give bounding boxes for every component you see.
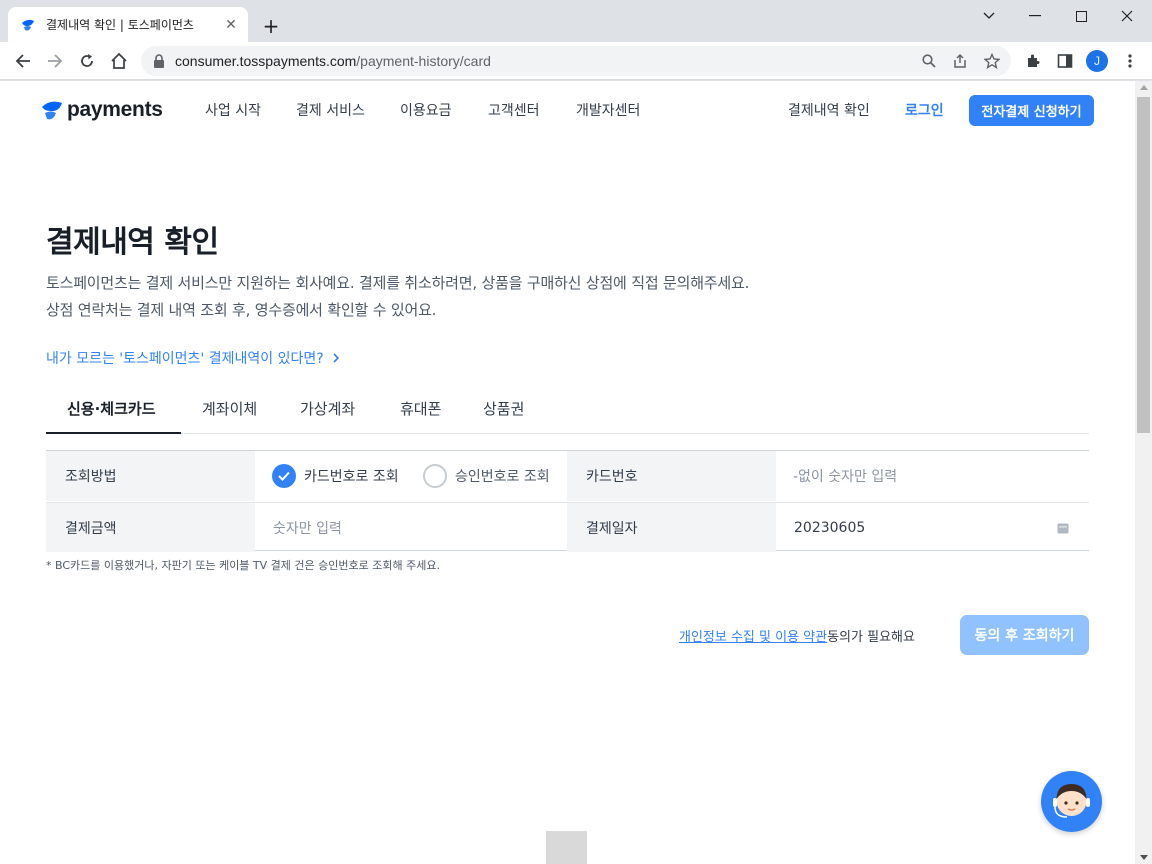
terms-agreement: 개인정보 수집 및 이용 약관동의가 필요해요 [679, 626, 915, 645]
chatbot-button[interactable] [1041, 771, 1102, 832]
side-panel-icon[interactable] [1050, 46, 1080, 76]
form-row-method: 조회방법 카드번호로 조회 승인번호로 조회 카드번호 -없이 숫자만 입력 [46, 451, 1089, 501]
unknown-payment-link-text: 내가 모르는 '토스페이먼츠' 결제내역이 있다면? [46, 351, 324, 367]
apply-payment-button[interactable]: 전자결제 신청하기 [969, 95, 1094, 126]
lookup-form: 조회방법 카드번호로 조회 승인번호로 조회 카드번호 -없이 숫자만 입력 결… [46, 450, 1089, 552]
url-text: consumer.tosspayments.com/payment-histor… [175, 53, 491, 69]
nav-payment-services[interactable]: 결제 서비스 [296, 100, 365, 120]
scroll-thumb[interactable] [1137, 97, 1150, 433]
tab-virtual-account[interactable]: 가상계좌 [300, 398, 355, 419]
browser-tab-bar: 결제내역 확인 | 토스페이먼츠 ✕ + [0, 0, 1152, 42]
more-menu-icon[interactable] [1115, 46, 1145, 76]
tab-title: 결제내역 확인 | 토스페이먼츠 [46, 18, 194, 32]
radio-checked-icon [272, 464, 296, 488]
logo-text: payments [67, 98, 163, 121]
forward-icon[interactable] [40, 46, 70, 76]
form-row-amount-date: 결제금액 숫자만 입력 결제일자 20230605 [46, 502, 1089, 552]
tab-bank-transfer[interactable]: 계좌이체 [202, 398, 257, 419]
terms-suffix: 동의가 필요해요 [827, 630, 915, 645]
profile-avatar[interactable]: J [1086, 50, 1108, 72]
scroll-down-icon[interactable] [1140, 855, 1148, 860]
back-icon[interactable] [8, 46, 38, 76]
extensions-icon[interactable] [1018, 46, 1048, 76]
method-label: 조회방법 [46, 451, 255, 501]
tab-close-icon[interactable]: ✕ [222, 16, 240, 34]
window-close-icon[interactable] [1104, 0, 1150, 32]
home-icon[interactable] [104, 46, 134, 76]
browser-toolbar: consumer.tosspayments.com/payment-histor… [0, 42, 1152, 80]
card-number-label: 카드번호 [567, 451, 776, 501]
payment-type-tabs: 신용·체크카드 계좌이체 가상계좌 휴대폰 상품권 [46, 386, 1089, 434]
nav-pricing[interactable]: 이용요금 [400, 100, 452, 120]
chevron-down-icon[interactable] [966, 0, 1012, 32]
nav-history-link[interactable]: 결제내역 확인 [788, 100, 870, 120]
page-scrollbar[interactable] [1135, 81, 1152, 864]
toss-payments-logo[interactable]: payments [40, 98, 163, 122]
amount-input[interactable]: 숫자만 입력 [273, 503, 342, 552]
tab-gift-card[interactable]: 상품권 [483, 398, 524, 419]
maximize-icon[interactable] [1058, 0, 1104, 32]
star-icon[interactable] [981, 50, 1003, 72]
page-viewport: payments 사업 시작 결제 서비스 이용요금 고객센터 개발자센터 결제… [0, 81, 1135, 864]
toss-logo-icon [42, 101, 62, 120]
terms-link[interactable]: 개인정보 수집 및 이용 약관 [679, 630, 827, 645]
radio-approval-number-label: 승인번호로 조회 [455, 469, 550, 485]
tab-card[interactable]: 신용·체크카드 [67, 398, 156, 419]
card-number-input[interactable]: -없이 숫자만 입력 [793, 451, 897, 501]
description-line-2: 상점 연락처는 결제 내역 조회 후, 영수증에서 확인할 수 있어요. [46, 301, 437, 319]
amount-label: 결제금액 [46, 503, 255, 552]
browser-tab[interactable]: 결제내역 확인 | 토스페이먼츠 ✕ [8, 7, 248, 42]
new-tab-icon[interactable]: + [258, 13, 284, 39]
radio-card-number[interactable]: 카드번호로 조회 [272, 451, 399, 501]
bottom-placeholder-block [546, 831, 587, 864]
share-icon[interactable] [949, 50, 971, 72]
support-agent-icon [1053, 784, 1090, 818]
nav-customer-center[interactable]: 고객센터 [488, 100, 540, 120]
toss-favicon-icon [22, 19, 34, 31]
tab-mobile[interactable]: 휴대폰 [400, 398, 441, 419]
calendar-icon[interactable] [1057, 503, 1069, 552]
lock-icon [154, 54, 164, 68]
page-title: 결제내역 확인 [46, 225, 219, 260]
chevron-right-icon [333, 353, 340, 363]
bc-card-note: * BC카드를 이용했거나, 자판기 또는 케이블 TV 결제 건은 승인번호로… [46, 559, 440, 572]
unknown-payment-link[interactable]: 내가 모르는 '토스페이먼츠' 결제내역이 있다면? [46, 348, 340, 368]
radio-card-number-label: 카드번호로 조회 [304, 469, 399, 485]
date-label: 결제일자 [567, 503, 776, 552]
description-line-1: 토스페이먼츠는 결제 서비스만 지원하는 회사예요. 결제를 취소하려면, 상품… [46, 274, 750, 292]
nav-business-start[interactable]: 사업 시작 [205, 100, 261, 120]
reload-icon[interactable] [72, 46, 102, 76]
date-input[interactable]: 20230605 [794, 503, 865, 552]
scroll-up-icon[interactable] [1140, 85, 1148, 90]
address-bar[interactable]: consumer.tosspayments.com/payment-histor… [141, 46, 1011, 76]
nav-developer-center[interactable]: 개발자센터 [576, 100, 640, 120]
agree-and-search-button[interactable]: 동의 후 조회하기 [960, 615, 1089, 655]
login-link[interactable]: 로그인 [905, 100, 944, 120]
radio-unchecked-icon [423, 464, 447, 488]
search-icon[interactable] [918, 50, 940, 72]
radio-approval-number[interactable]: 승인번호로 조회 [423, 451, 550, 501]
minimize-icon[interactable] [1012, 0, 1058, 32]
active-tab-indicator [46, 432, 181, 434]
